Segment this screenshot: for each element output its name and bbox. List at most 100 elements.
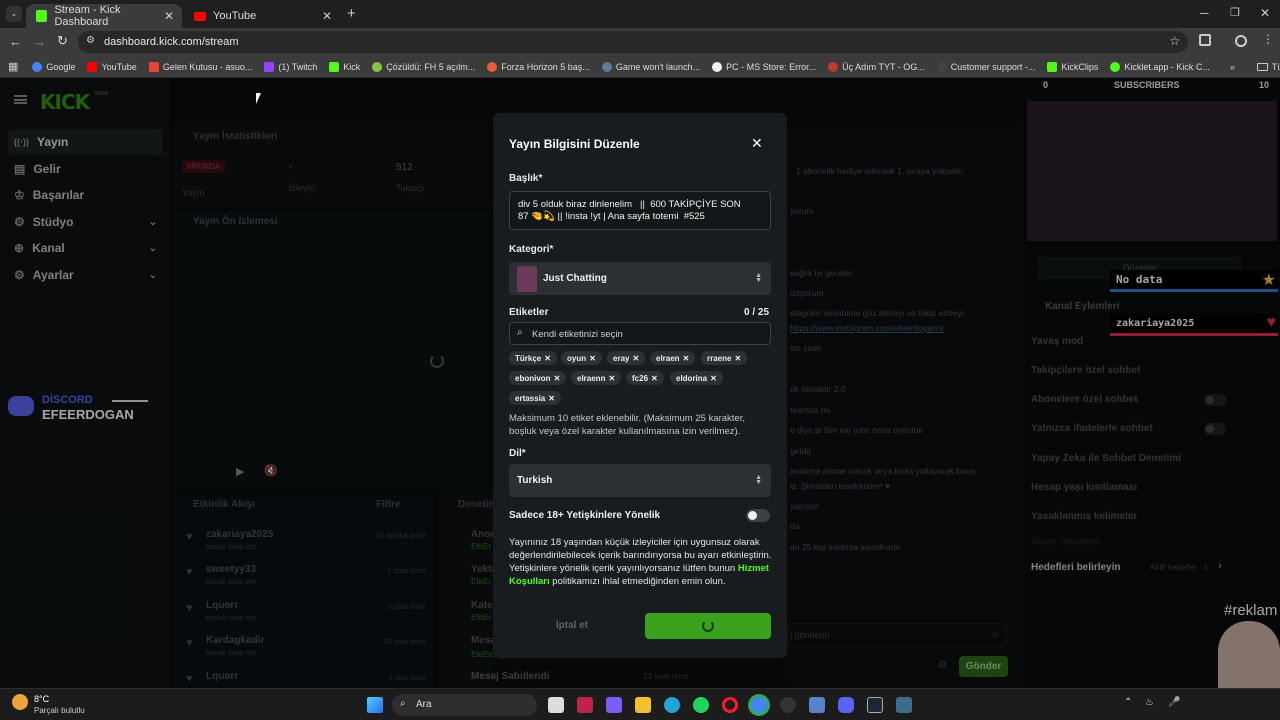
tab-kick-dashboard[interactable]: Stream - Kick Dashboard ✕ (26, 4, 182, 28)
minimize-icon[interactable]: ─ (1200, 6, 1209, 20)
remove-tag-icon: ✕ (682, 353, 690, 363)
app-icon[interactable] (809, 697, 825, 713)
tray-chevron-icon[interactable]: ⌃ (1124, 697, 1132, 708)
folder-icon (1256, 62, 1268, 71)
bookmark-google[interactable]: Google (32, 61, 75, 72)
opera-icon[interactable] (722, 697, 738, 713)
close-window-icon[interactable]: ✕ (1260, 6, 1270, 20)
tab-search-button[interactable]: ⌄ (6, 6, 22, 22)
steam-tray-icon[interactable]: ♨ (1145, 697, 1154, 708)
bookmark-gmail[interactable]: Gelen Kutusu - asuo... (148, 61, 252, 72)
tag-chip[interactable]: rraene ✕ (701, 351, 748, 365)
all-bookmarks[interactable]: Tüm Yer İşaretleri (1256, 62, 1280, 72)
adult-description: Yayınınız 18 yaşından küçük izleyiciler … (509, 537, 772, 587)
browser-tab-bar: ⌄ Stream - Kick Dashboard ✕ YouTube ✕ + … (0, 0, 1280, 28)
bookmark-twitch[interactable]: (1) Twitch (264, 61, 317, 72)
bookmark-youtube[interactable]: YouTube (87, 61, 137, 72)
close-icon[interactable]: ✕ (751, 135, 763, 152)
adult-toggle[interactable] (746, 509, 770, 522)
category-thumbnail (517, 265, 537, 292)
weather-temp: 8°C (34, 694, 50, 704)
app-icon[interactable] (577, 697, 593, 713)
mouse-cursor-icon (256, 93, 261, 104)
task-view-icon[interactable] (548, 697, 564, 713)
remove-tag-icon: ✕ (734, 353, 742, 363)
tab-title: YouTube (213, 10, 257, 22)
adult-label: Sadece 18+ Yetişkinlere Yönelik (509, 510, 661, 521)
search-icon: ⌕ (517, 327, 523, 338)
remove-tag-icon: ✕ (548, 393, 555, 403)
new-tab-button[interactable]: + (347, 5, 356, 22)
app-icon[interactable] (896, 697, 912, 713)
profile-icon[interactable] (1235, 35, 1247, 47)
language-select[interactable]: Turkish ▲ ▼ (509, 464, 771, 497)
back-icon[interactable]: ← (9, 34, 22, 49)
category-value: Just Chatting (543, 273, 607, 284)
edge-icon[interactable] (664, 697, 680, 713)
tags-count: 0 / 25 (744, 307, 770, 318)
mic-icon[interactable]: 🎤 (1168, 697, 1180, 708)
tag-chip[interactable]: ebonivon ✕ (509, 371, 567, 385)
language-value: Turkish (517, 475, 553, 486)
bookmark-forza-horizon[interactable]: Forza Horizon 5 baş... (487, 61, 590, 72)
tag-chip[interactable]: Türkçe ✕ (509, 351, 557, 365)
file-explorer-icon[interactable] (635, 697, 651, 713)
youtube-favicon-icon (194, 11, 206, 21)
tag-chip[interactable]: eldorina ✕ (670, 371, 723, 385)
browser-toolbar: ← → ↻ ⚙ dashboard.kick.com/stream ☆ ⋮ (0, 28, 1280, 56)
cancel-button[interactable]: İptal et (513, 613, 631, 639)
steam-icon[interactable] (867, 697, 883, 713)
chrome-icon[interactable] (751, 697, 767, 713)
language-label: Dil* (509, 448, 526, 459)
bookmark-kicklet[interactable]: Kicklet.app - Kick C... (1110, 61, 1210, 72)
tag-chip[interactable]: elraen ✕ (650, 351, 696, 365)
apps-grid-icon[interactable]: ▦ (8, 60, 18, 73)
search-icon: ⌕ (400, 698, 406, 709)
app-icon[interactable] (780, 697, 796, 713)
bookmark-customer-support[interactable]: Customer support -... (936, 61, 1035, 72)
bookmark-star-icon[interactable]: ☆ (1169, 34, 1180, 48)
tag-chip[interactable]: elraenn ✕ (571, 371, 622, 385)
address-bar[interactable]: ⚙ dashboard.kick.com/stream ☆ (78, 31, 1188, 53)
save-button[interactable] (645, 613, 771, 639)
extensions-icon[interactable] (1199, 34, 1211, 46)
bookmark-tyt[interactable]: Üç Adım TYT - OG... (828, 61, 925, 72)
bookmark-forza-solved[interactable]: Çözüldü: FH 5 açılm... (372, 61, 475, 72)
tags-input[interactable]: ⌕ Kendi etiketinizi seçin (509, 322, 771, 345)
weather-icon[interactable] (12, 694, 28, 710)
taskbar-search[interactable]: ⌕ Ara (392, 694, 537, 716)
copilot-icon[interactable] (606, 697, 622, 713)
title-value-line-2: 87 🤏💫 || !insta !yt | Ana sayfa totemi #… (518, 211, 705, 222)
tag-chip[interactable]: eray ✕ (607, 351, 646, 365)
forward-icon[interactable]: → (33, 34, 46, 49)
title-label: Başlık* (509, 173, 543, 184)
spotify-icon[interactable] (693, 697, 709, 713)
start-icon[interactable] (367, 697, 383, 713)
bookmark-steam[interactable]: Game won't launch... (601, 61, 700, 72)
reload-icon[interactable]: ↻ (57, 33, 68, 49)
tags-help-text: Maksimum 10 etiket eklenebilir. (Maksimu… (509, 413, 745, 437)
restore-icon[interactable]: ❐ (1230, 6, 1240, 19)
bookmark-kickclips[interactable]: KickClips (1047, 61, 1098, 72)
more-bookmarks-icon[interactable]: » (1230, 62, 1235, 72)
bookmark-ms-store[interactable]: PC - MS Store: Error... (712, 61, 816, 72)
menu-dots-icon[interactable]: ⋮ (1262, 32, 1274, 46)
edit-stream-info-modal: Yayın Bilgisini Düzenle ✕ Başlık* div 5 … (493, 113, 787, 658)
close-tab-icon[interactable]: ✕ (322, 9, 332, 23)
discord-icon[interactable] (838, 697, 854, 713)
title-input[interactable]: div 5 olduk biraz dinlenelim || 600 TAKİ… (509, 191, 771, 230)
tag-chip[interactable]: oyun ✕ (561, 351, 602, 365)
category-select[interactable]: Just Chatting ▲ ▼ (509, 262, 771, 295)
kick-favicon-icon (36, 10, 48, 22)
bookmark-kick[interactable]: Kick (329, 61, 360, 72)
modal-title: Yayın Bilgisini Düzenle (509, 137, 640, 151)
tag-chip[interactable]: fc26 ✕ (626, 371, 664, 385)
tab-youtube[interactable]: YouTube ✕ (184, 4, 340, 28)
site-info-icon[interactable]: ⚙ (86, 35, 95, 46)
weather-desc: Parçalı bulutlu (34, 706, 85, 715)
tab-title: Stream - Kick Dashboard (54, 4, 121, 28)
remove-tag-icon: ✕ (710, 373, 717, 383)
close-tab-icon[interactable]: ✕ (164, 9, 174, 23)
tags-label: Etiketler (509, 307, 549, 318)
tag-chip[interactable]: ertassia ✕ (509, 391, 561, 405)
